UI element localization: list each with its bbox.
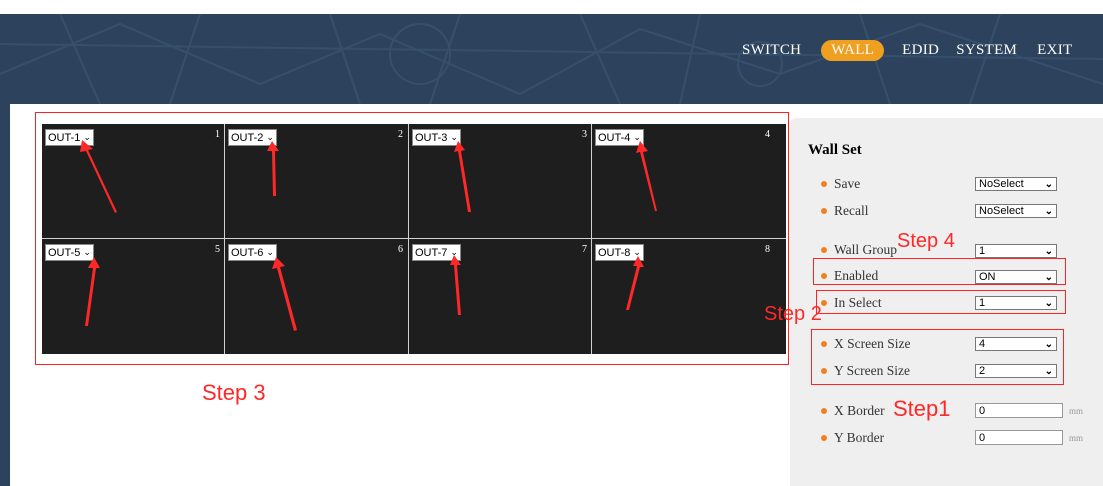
annotation-step4: Step 4 — [897, 230, 955, 252]
bullet-icon — [821, 435, 827, 441]
nav-edid[interactable]: EDID — [902, 42, 939, 59]
recall-label: Recall — [821, 203, 868, 219]
chevron-down-icon: ⌄ — [1044, 205, 1053, 217]
nav-switch[interactable]: SWITCH — [742, 42, 801, 59]
select-value: 1 — [979, 245, 986, 257]
left-edge-strip — [0, 104, 10, 486]
annotation-box-enabled — [813, 258, 1066, 285]
wall-group-select[interactable]: 1 ⌄ — [975, 244, 1057, 258]
annotation-step1: Step1 — [893, 396, 951, 421]
label-text: X Border — [834, 403, 885, 418]
bullet-icon — [821, 247, 827, 253]
wall-group-label: Wall Group — [821, 242, 897, 258]
nav-wall[interactable]: WALL — [821, 39, 885, 61]
label-text: Save — [834, 176, 861, 191]
x-border-input[interactable]: 0 — [975, 403, 1063, 418]
save-select[interactable]: NoSelect ⌄ — [975, 177, 1057, 191]
main-nav: SWITCH WALL EDID SYSTEM EXIT — [742, 38, 1073, 62]
nav-exit[interactable]: EXIT — [1037, 42, 1072, 59]
bullet-icon — [821, 208, 827, 214]
annotation-step3: Step 3 — [202, 380, 266, 405]
chevron-down-icon: ⌄ — [1044, 178, 1053, 190]
label-text: Y Border — [834, 430, 885, 445]
annotation-box-screen-size — [811, 329, 1064, 385]
x-border-label: X Border — [821, 403, 885, 419]
bullet-icon — [821, 408, 827, 414]
label-text: Recall — [834, 203, 869, 218]
y-border-label: Y Border — [821, 430, 884, 446]
annotation-box-in-select — [816, 290, 1066, 314]
nav-system[interactable]: SYSTEM — [956, 42, 1017, 59]
chevron-down-icon: ⌄ — [1044, 245, 1053, 257]
select-value: NoSelect — [979, 178, 1024, 190]
select-value: NoSelect — [979, 205, 1024, 217]
bullet-icon — [821, 181, 827, 187]
save-label: Save — [821, 176, 860, 192]
annotation-box-grid — [35, 112, 789, 365]
y-border-unit: mm — [1069, 433, 1084, 443]
y-border-input[interactable]: 0 — [975, 430, 1063, 445]
annotation-step2: Step 2 — [764, 303, 822, 325]
panel-title: Wall Set — [808, 142, 862, 158]
top-navigation-bar: SWITCH WALL EDID SYSTEM EXIT — [0, 14, 1103, 104]
x-border-unit: mm — [1069, 406, 1084, 416]
recall-select[interactable]: NoSelect ⌄ — [975, 204, 1057, 218]
label-text: Wall Group — [834, 242, 898, 257]
